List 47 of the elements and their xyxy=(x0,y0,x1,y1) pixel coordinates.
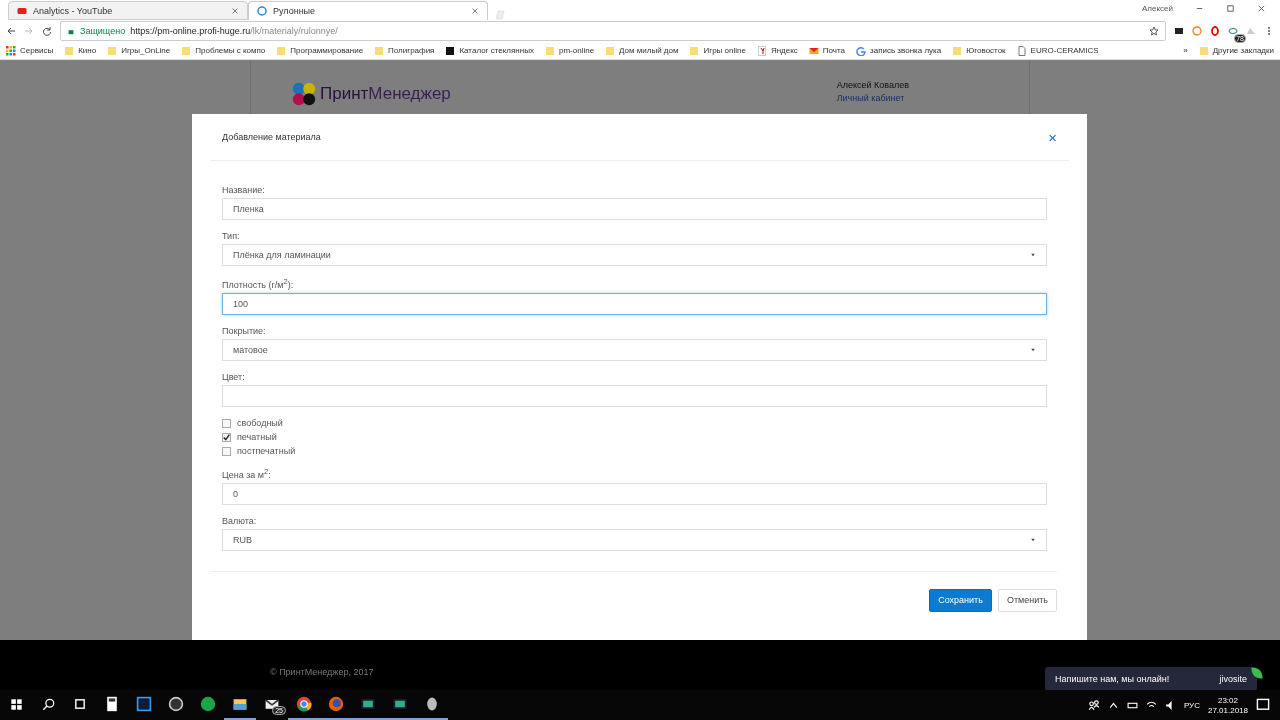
bookmark[interactable]: Кино xyxy=(64,45,97,56)
select-field[interactable]: RUB xyxy=(222,529,1047,551)
field-label: Валюта: xyxy=(222,516,258,526)
cancel-button[interactable]: Отменить xyxy=(997,588,1057,612)
language-indicator[interactable]: РУС xyxy=(1183,700,1200,710)
field-label: Покрытие: xyxy=(222,326,267,336)
bookmark[interactable]: Другие закладки xyxy=(1198,45,1274,56)
bookmark[interactable]: Игры_OnLine xyxy=(107,45,171,56)
bookmark[interactable]: Сервисы xyxy=(6,45,54,56)
copyright-text: © ПринтМенеджер, 2017 xyxy=(270,667,374,677)
bookmark[interactable]: Юговосток xyxy=(952,45,1006,56)
more-bookmarks-button[interactable]: » xyxy=(1183,46,1188,55)
input-field[interactable]: 0 xyxy=(222,483,1047,505)
bookmark[interactable]: pm-online xyxy=(544,45,595,56)
bookmark[interactable]: Полиграфия xyxy=(374,45,435,56)
checkbox-label: свободный xyxy=(237,418,283,428)
field-label: Цена за м$^{2}$: xyxy=(222,467,272,480)
bookmark[interactable]: Игры online xyxy=(689,45,746,56)
logo-text[interactable]: ПринтМенеджер xyxy=(320,84,451,104)
browser-tab[interactable]: Analytics - YouTube xyxy=(8,1,248,20)
browser-tab[interactable]: Рулонные xyxy=(248,1,488,20)
bookmark[interactable]: Почта xyxy=(808,45,846,56)
bookmark[interactable]: Проблемы с компо xyxy=(181,45,266,56)
input-field[interactable]: 100 xyxy=(222,293,1047,315)
field-label: Цвет: xyxy=(222,372,246,382)
input-field[interactable]: Пленка xyxy=(222,198,1047,220)
field-label: Название: xyxy=(222,185,266,195)
user-name: Алексей Ковалев xyxy=(836,80,909,90)
field-label: Тип: xyxy=(222,231,241,241)
checkbox-label: печатный xyxy=(237,432,277,442)
select-field[interactable]: матовое xyxy=(222,339,1047,361)
profile-name[interactable]: Алексей xyxy=(1142,3,1173,13)
bookmark[interactable]: Программирование xyxy=(276,45,364,56)
address-bar[interactable]: Защищено https://pm-online.profi-huge.ru/lk/materialy/rulonnye/ xyxy=(60,21,1166,41)
bookmark[interactable]: запись звонка лука xyxy=(856,45,942,56)
close-button[interactable]: × xyxy=(1048,128,1057,146)
bookmark[interactable]: Каталог стеклянных xyxy=(445,45,534,56)
modal-title: Добавление материала xyxy=(222,132,321,142)
checkbox-label: постпечатный xyxy=(237,446,296,456)
select-field[interactable]: Плёнка для ламинации xyxy=(222,244,1047,266)
chat-widget[interactable]: Напишите нам, мы онлайн! jivosite xyxy=(1045,667,1257,691)
save-button[interactable]: Сохранить xyxy=(929,588,992,612)
bookmark[interactable]: Дом милый дом xyxy=(605,45,679,56)
bookmark[interactable]: Яндекс xyxy=(756,45,798,56)
field-label: Плотность (г/м$^{2}$): xyxy=(222,277,295,290)
bookmark[interactable]: EURO-CERAMICS xyxy=(1016,45,1099,56)
clock[interactable]: 23:02 27.01.2018 xyxy=(1207,695,1248,715)
